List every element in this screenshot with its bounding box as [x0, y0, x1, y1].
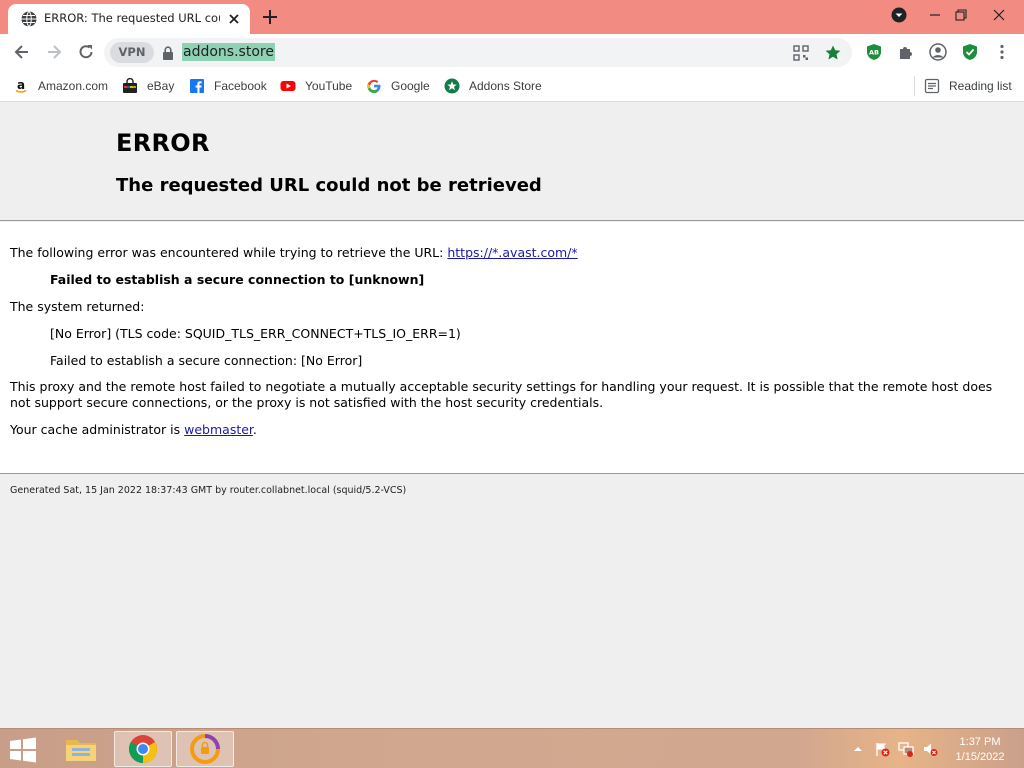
reload-icon[interactable]	[76, 42, 96, 62]
youtube-icon	[280, 81, 296, 91]
bookmark-ebay[interactable]: eBay	[122, 76, 174, 96]
amazon-icon: a	[15, 78, 27, 93]
chevron-down-icon	[891, 7, 907, 23]
secure-connection-text: Failed to establish a secure connection:…	[50, 353, 363, 368]
url-text[interactable]: addons.store	[182, 43, 275, 61]
bookmark-youtube[interactable]: YouTube	[280, 76, 352, 96]
bookmarks-bar: a Amazon.com eBay Facebook YouTube Googl…	[0, 70, 1024, 102]
chrome-icon	[129, 735, 157, 763]
ebay-icon	[123, 78, 137, 93]
restore-button[interactable]	[944, 0, 978, 30]
close-tab-icon[interactable]	[226, 11, 242, 27]
clock-time: 1:37 PM	[959, 736, 1001, 748]
puzzle-extensions-icon[interactable]	[897, 43, 915, 61]
explanation-paragraph: This proxy and the remote host failed to…	[10, 379, 993, 410]
bookmark-label: YouTube	[305, 79, 353, 93]
page-subtitle: The requested URL could not be retrieved	[116, 175, 542, 196]
admin-line: Your cache administrator is webmaster.	[10, 422, 257, 437]
tab-search-button[interactable]	[882, 0, 916, 30]
requested-url-link[interactable]: https://*.avast.com/*	[447, 245, 577, 260]
facebook-icon	[190, 79, 204, 93]
adblock-extension-icon[interactable]: AB	[865, 43, 883, 61]
bookmark-label: Facebook	[214, 79, 267, 93]
address-bar[interactable]: VPN addons.store	[104, 38, 852, 67]
qr-code-icon[interactable]	[792, 44, 810, 62]
volume-muted-icon[interactable]	[922, 741, 938, 757]
generated-footer: Generated Sat, 15 Jan 2022 18:37:43 GMT …	[10, 485, 407, 496]
browser-toolbar: VPN addons.store AB	[0, 34, 1024, 70]
bookmarks-divider	[914, 76, 915, 96]
bookmark-label: Amazon.com	[38, 79, 109, 93]
folder-icon	[66, 740, 96, 761]
bookmark-addons-store[interactable]: Addons Store	[444, 76, 542, 96]
admin-prefix: Your cache administrator is	[10, 422, 181, 437]
svg-text:a: a	[17, 78, 25, 92]
profile-avatar-icon[interactable]	[929, 43, 947, 61]
back-arrow-icon[interactable]	[12, 42, 32, 62]
vpn-badge[interactable]: VPN	[110, 42, 154, 63]
failure-message: Failed to establish a secure connection …	[50, 272, 425, 287]
bookmark-label: eBay	[147, 79, 175, 93]
google-icon	[367, 79, 381, 93]
new-tab-icon[interactable]	[260, 7, 280, 27]
intro-text: The following error was encountered whil…	[10, 245, 578, 260]
reading-list-label: Reading list	[949, 79, 1012, 93]
bookmark-google[interactable]: Google	[366, 76, 430, 96]
lock-icon[interactable]	[162, 46, 174, 60]
bookmark-label: Google	[391, 79, 430, 93]
globe-icon	[21, 11, 37, 27]
error-body: The following error was encountered whil…	[0, 222, 1024, 474]
page-content: ERROR The requested URL could not be ret…	[0, 103, 1024, 728]
shield-check-icon[interactable]	[961, 43, 979, 61]
page-title: ERROR	[116, 129, 210, 157]
svg-text:AB: AB	[869, 49, 879, 57]
clock-date: 1/15/2022	[955, 751, 1005, 763]
reading-list-icon	[924, 78, 940, 94]
kebab-menu-icon[interactable]	[993, 43, 1011, 61]
error-header: ERROR The requested URL could not be ret…	[0, 103, 1024, 221]
admin-suffix: .	[252, 422, 257, 437]
tab-title: ERROR: The requested URL could not be re…	[44, 11, 220, 25]
action-center-flag-icon[interactable]	[874, 741, 890, 757]
bookmark-facebook[interactable]: Facebook	[189, 76, 267, 96]
browser-tab-strip: ERROR: The requested URL could not be re…	[0, 0, 1024, 34]
taskbar-chrome[interactable]	[114, 731, 172, 767]
close-window-button[interactable]	[982, 0, 1016, 30]
forward-arrow-icon[interactable]	[44, 42, 64, 62]
windows-start-icon[interactable]	[6, 735, 40, 765]
bookmark-amazon[interactable]: a Amazon.com	[13, 76, 108, 96]
intro-label: The following error was encountered whil…	[10, 245, 444, 260]
browser-tab[interactable]: ERROR: The requested URL could not be re…	[8, 4, 250, 34]
windows-taskbar: 1:37 PM 1/15/2022	[0, 728, 1024, 768]
bookmark-label: Addons Store	[469, 79, 542, 93]
show-hidden-icons-icon[interactable]	[850, 741, 866, 757]
star-bookmark-icon[interactable]	[824, 44, 842, 62]
taskbar-secure-browser[interactable]	[176, 731, 234, 767]
reading-list-button[interactable]: Reading list	[924, 76, 1012, 96]
restore-icon	[955, 9, 967, 21]
close-icon	[993, 9, 1005, 21]
system-clock[interactable]: 1:37 PM 1/15/2022	[940, 735, 1020, 765]
taskbar-file-explorer[interactable]	[52, 731, 110, 767]
webmaster-link[interactable]: webmaster	[184, 422, 253, 437]
minimize-icon	[930, 14, 940, 16]
network-icon[interactable]	[898, 741, 914, 757]
tls-code-text: [No Error] (TLS code: SQUID_TLS_ERR_CONN…	[50, 326, 461, 341]
addons-store-icon	[444, 78, 460, 94]
secure-browser-icon	[190, 734, 220, 764]
system-returned-label: The system returned:	[10, 299, 145, 314]
